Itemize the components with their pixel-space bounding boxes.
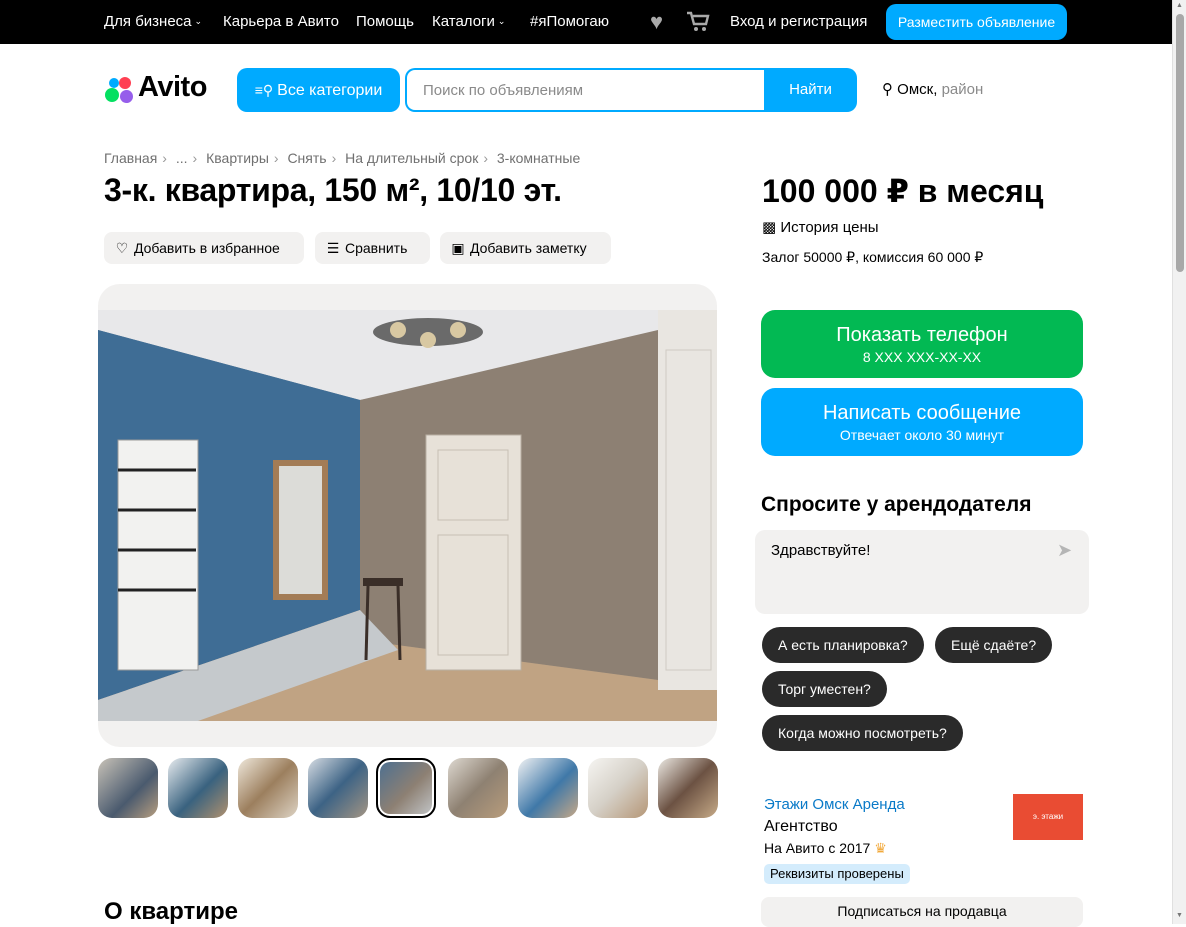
subscribe-button[interactable]: Подписаться на продавца	[761, 897, 1083, 927]
chart-icon: ▩	[762, 219, 777, 236]
seller-type: Агентство	[764, 818, 838, 835]
scroll-down-icon[interactable]: ▼	[1176, 912, 1183, 919]
gallery-thumbnail[interactable]	[308, 758, 368, 818]
heart-icon[interactable]: ♥	[650, 9, 663, 35]
breadcrumb-separator: ›	[273, 150, 279, 166]
scroll-up-icon[interactable]: ▲	[1176, 2, 1183, 9]
ask-landlord-heading: Спросите у арендодателя	[761, 493, 1032, 516]
breadcrumb-separator: ›	[162, 150, 167, 166]
logo-dot-red	[119, 77, 131, 89]
show-phone-button[interactable]: Показать телефон 8 XXX XXX-XX-XX	[761, 310, 1083, 378]
about-apartment-heading: О квартире	[104, 898, 238, 925]
note-icon: ▣	[451, 240, 465, 256]
nav-help[interactable]: Помощь	[356, 13, 414, 30]
nav-career[interactable]: Карьера в Авито	[223, 13, 339, 30]
nav-ipomogayu[interactable]: #яПомогаю	[530, 13, 609, 30]
cart-icon[interactable]	[686, 11, 710, 33]
breadcrumb-apartments[interactable]: Квартиры	[206, 150, 269, 166]
send-icon[interactable]: ➤	[1057, 540, 1072, 561]
location-pin-icon: ⚲	[882, 81, 893, 98]
search-input[interactable]	[407, 70, 764, 110]
write-message-button[interactable]: Написать сообщение Отвечает около 30 мин…	[761, 388, 1083, 456]
seller-name-link[interactable]: Этажи Омск Аренда	[764, 796, 905, 813]
gallery-thumbnail-selected[interactable]	[376, 758, 436, 818]
logo-dot-purple	[120, 90, 133, 103]
price-history-link[interactable]: ▩ История цены	[762, 218, 879, 236]
verified-badge: Реквизиты проверены	[764, 864, 910, 884]
breadcrumb: Главная › ... › Квартиры › Снять › На длител…	[104, 150, 580, 166]
nav-catalogs[interactable]: Каталоги ⌄	[432, 13, 505, 30]
breadcrumb-long-term[interactable]: На длительный срок	[345, 150, 478, 166]
message-input[interactable]: Здравствуйте! ➤	[755, 530, 1089, 614]
quick-question-chip[interactable]: А есть планировка?	[762, 627, 924, 663]
gallery-thumbnail[interactable]	[588, 758, 648, 818]
price: 100 000 ₽ в месяц	[762, 173, 1044, 209]
breadcrumb-3-rooms[interactable]: 3-комнатные	[497, 150, 580, 166]
breadcrumb-main[interactable]: Главная	[104, 150, 157, 166]
breadcrumb-separator: ›	[483, 150, 488, 166]
logo-dot-blue	[109, 78, 119, 88]
all-categories-button[interactable]: ≡⚲ Все категории	[237, 68, 400, 112]
post-ad-button[interactable]: Разместить объявление	[886, 4, 1067, 40]
nav-business[interactable]: Для бизнеса ⌄	[104, 13, 202, 30]
gallery-thumbnail[interactable]	[168, 758, 228, 818]
quick-question-chip[interactable]: Торг уместен?	[762, 671, 887, 707]
breadcrumb-separator: ›	[331, 150, 337, 166]
seller-logo[interactable]: э. этажи	[1013, 794, 1083, 840]
top-bar: Для бизнеса ⌄ Карьера в Авито Помощь Ката…	[0, 0, 1172, 44]
categories-search-icon: ≡⚲	[254, 82, 274, 98]
deposit-info: Залог 50000 ₽, комиссия 60 000 ₽	[762, 249, 984, 265]
login-link[interactable]: Вход и регистрация	[730, 13, 867, 30]
heart-outline-icon: ♡	[115, 240, 129, 256]
quick-question-chip[interactable]: Ещё сдаёте?	[935, 627, 1053, 663]
compare-icon: ☰	[326, 240, 340, 256]
logo-dot-green	[105, 88, 119, 102]
add-note-button[interactable]: ▣ Добавить заметку	[440, 232, 611, 264]
breadcrumb-ellipsis[interactable]: ...	[176, 150, 188, 166]
gallery-thumbnail[interactable]	[448, 758, 508, 818]
seller-since: На Авито с 2017 ♛	[764, 840, 887, 856]
search-bar: Найти	[405, 68, 857, 112]
scrollbar[interactable]: ▲ ▼	[1172, 0, 1186, 924]
main-photo[interactable]	[98, 310, 717, 721]
breadcrumb-rent[interactable]: Снять	[287, 150, 326, 166]
gallery-thumbnail[interactable]	[98, 758, 158, 818]
search-button[interactable]: Найти	[764, 68, 857, 112]
quick-question-chip[interactable]: Когда можно посмотреть?	[762, 715, 963, 751]
breadcrumb-separator: ›	[192, 150, 198, 166]
chevron-down-icon: ⌄	[497, 16, 506, 26]
gallery-thumbnail[interactable]	[238, 758, 298, 818]
gallery-thumbnail[interactable]	[658, 758, 718, 818]
chevron-down-icon: ⌄	[194, 16, 203, 26]
scrollbar-thumb[interactable]	[1176, 14, 1184, 272]
add-favorite-button[interactable]: ♡ Добавить в избранное	[104, 232, 304, 264]
gallery-thumbnail[interactable]	[518, 758, 578, 818]
compare-button[interactable]: ☰ Сравнить	[315, 232, 430, 264]
photo-gallery	[98, 284, 717, 747]
medal-icon: ♛	[874, 840, 887, 856]
location-selector[interactable]: ⚲ Омск, район	[882, 80, 983, 98]
page-title: 3-к. квартира, 150 м², 10/10 эт.	[104, 172, 562, 208]
